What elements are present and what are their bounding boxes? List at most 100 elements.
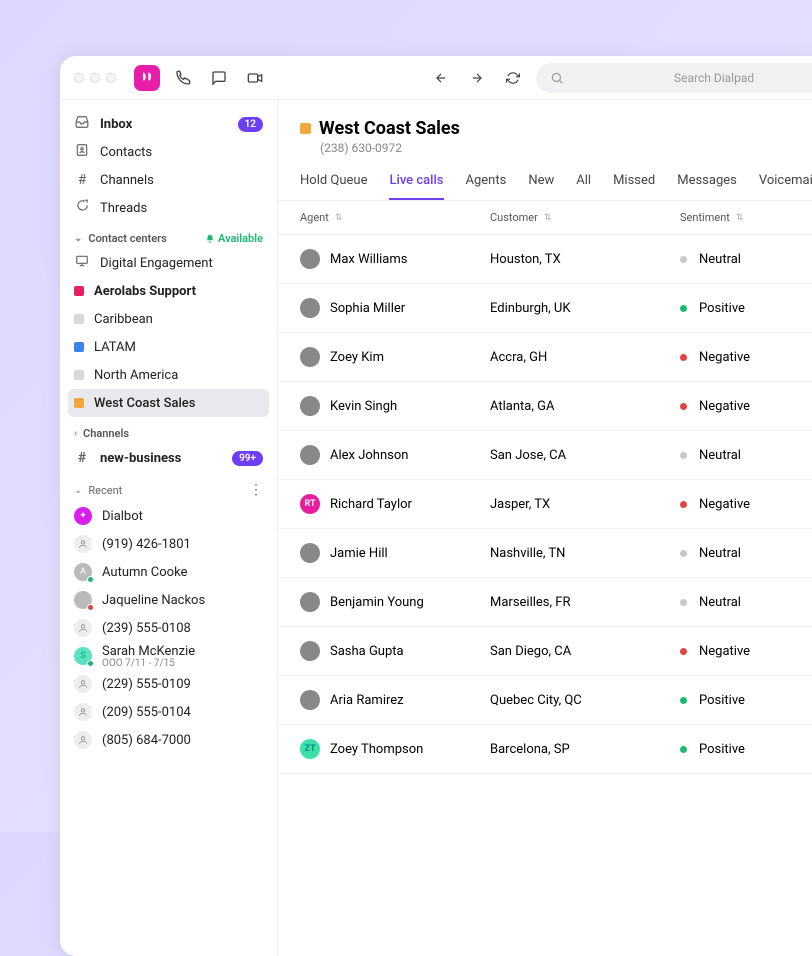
tab-all[interactable]: All (576, 173, 591, 200)
page-phone: (238) 630-0972 (320, 141, 812, 155)
table-row[interactable]: Kevin SinghAtlanta, GANegative (278, 382, 812, 431)
person-icon (74, 619, 92, 637)
sidebar-item-latam[interactable]: LATAM (68, 333, 269, 361)
back-button[interactable] (428, 65, 454, 91)
table-row[interactable]: Aria RamirezQuebec City, QCPositive (278, 676, 812, 725)
recent-item[interactable]: (239) 555-0108 (68, 614, 269, 642)
person-icon (74, 703, 92, 721)
app-logo[interactable] (134, 65, 160, 91)
nav-inbox[interactable]: Inbox 12 (68, 110, 269, 138)
avatar (300, 249, 320, 269)
table-row[interactable]: ZTZoey ThompsonBarcelona, SPPositive (278, 725, 812, 774)
recent-label: Sarah McKenzie (102, 644, 195, 659)
agent-name: Benjamin Young (330, 595, 424, 610)
search-input[interactable]: Search Dialpad (536, 63, 812, 93)
hash-icon: # (74, 450, 90, 466)
table-row[interactable]: Sasha GuptaSan Diego, CANegative (278, 627, 812, 676)
channel-badge: 99+ (232, 451, 263, 466)
section-contact-centers[interactable]: ⌄ Contact centers Available (68, 222, 269, 249)
more-icon[interactable]: ⋮ (249, 482, 263, 498)
nav-inbox-label: Inbox (100, 117, 132, 132)
minimize-dot-icon[interactable] (90, 73, 100, 83)
sidebar-item-label: North America (94, 368, 178, 383)
recent-label: Dialbot (102, 509, 143, 524)
window-controls[interactable] (74, 73, 116, 83)
recent-item[interactable]: Jaqueline Nackos (68, 586, 269, 614)
sentiment-cell: Negative (680, 350, 812, 365)
agent-name: Max Williams (330, 252, 407, 267)
person-icon (74, 675, 92, 693)
video-icon[interactable] (242, 65, 268, 91)
agent-name: Zoey Thompson (330, 742, 423, 757)
tab-live-calls[interactable]: Live calls (389, 173, 443, 200)
recent-label: (209) 555-0104 (102, 705, 191, 720)
channel-label: new-business (100, 451, 181, 466)
nav-contacts[interactable]: Contacts (68, 138, 269, 166)
table-row[interactable]: Sophia MillerEdinburgh, UKPositive (278, 284, 812, 333)
sidebar-item-aerolabs-support[interactable]: Aerolabs Support (68, 277, 269, 305)
status-available[interactable]: Available (205, 232, 263, 245)
table-row[interactable]: Zoey KimAccra, GHNegative (278, 333, 812, 382)
close-dot-icon[interactable] (74, 73, 84, 83)
customer-location: Nashville, TN (490, 546, 680, 561)
contacts-icon (74, 143, 90, 161)
customer-location: Barcelona, SP (490, 742, 680, 757)
sidebar-item-digital-engagement[interactable]: Digital Engagement (68, 249, 269, 277)
sentiment-cell: Neutral (680, 546, 812, 561)
section-cc-label: Contact centers (88, 232, 166, 245)
sidebar-item-west-coast-sales[interactable]: West Coast Sales (68, 389, 269, 417)
person-icon (74, 731, 92, 749)
refresh-button[interactable] (500, 65, 526, 91)
col-sentiment[interactable]: Sentiment ⇅ (680, 211, 812, 224)
sentiment-cell: Positive (680, 693, 812, 708)
nav-threads[interactable]: Threads (68, 194, 269, 222)
tab-new[interactable]: New (528, 173, 554, 200)
sentiment-cell: Positive (680, 301, 812, 316)
recent-item[interactable]: ✦Dialbot (68, 502, 269, 530)
tab-messages[interactable]: Messages (677, 173, 737, 200)
avatar (300, 641, 320, 661)
recent-item[interactable]: SSarah McKenzieOOO 7/11 - 7/15 (68, 642, 269, 670)
avatar (300, 347, 320, 367)
avatar (74, 591, 92, 609)
agent-name: Jamie Hill (330, 546, 388, 561)
sentiment-dot-icon (680, 452, 687, 459)
nav-channels[interactable]: # Channels (68, 166, 269, 194)
tab-hold-queue[interactable]: Hold Queue (300, 173, 367, 200)
recent-item[interactable]: (919) 426-1801 (68, 530, 269, 558)
app-window: Search Dialpad Inbox 12 Contacts # Chann… (60, 56, 812, 956)
chevron-right-icon: › (74, 428, 77, 439)
table-row[interactable]: Max WilliamsHouston, TXNeutral (278, 235, 812, 284)
tab-missed[interactable]: Missed (613, 173, 655, 200)
channel-new-business[interactable]: # new-business 99+ (68, 444, 269, 472)
sentiment-dot-icon (680, 256, 687, 263)
recent-item[interactable]: (229) 555-0109 (68, 670, 269, 698)
tab-agents[interactable]: Agents (466, 173, 507, 200)
table-row[interactable]: Jamie Hill Nashville, TNNeutral (278, 529, 812, 578)
tab-voicemail[interactable]: Voicemail (759, 173, 812, 200)
customer-location: Edinburgh, UK (490, 301, 680, 316)
recent-item[interactable]: AAutumn Cooke (68, 558, 269, 586)
avatar (300, 543, 320, 563)
color-square-icon (74, 286, 84, 296)
col-customer[interactable]: Customer ⇅ (490, 211, 680, 224)
phone-icon[interactable] (170, 65, 196, 91)
recent-item[interactable]: (805) 684-7000 (68, 726, 269, 754)
sidebar-item-label: Aerolabs Support (94, 284, 196, 299)
forward-button[interactable] (464, 65, 490, 91)
col-agent[interactable]: Agent ⇅ (300, 211, 490, 224)
sort-icon: ⇅ (544, 213, 552, 223)
hash-icon: # (74, 172, 90, 188)
section-recent[interactable]: ⌄ Recent ⋮ (68, 472, 269, 502)
title-color-icon (300, 123, 311, 134)
table-row[interactable]: Benjamin YoungMarseilles, FRNeutral (278, 578, 812, 627)
chat-icon[interactable] (206, 65, 232, 91)
table-row[interactable]: RTRichard TaylorJasper, TXNegative (278, 480, 812, 529)
sidebar-item-caribbean[interactable]: Caribbean (68, 305, 269, 333)
recent-item[interactable]: (209) 555-0104 (68, 698, 269, 726)
zoom-dot-icon[interactable] (106, 73, 116, 83)
recent-label: (805) 684-7000 (102, 733, 191, 748)
table-row[interactable]: Alex JohnsonSan Jose, CANeutral (278, 431, 812, 480)
sidebar-item-north-america[interactable]: North America (68, 361, 269, 389)
section-channels[interactable]: › Channels (68, 417, 269, 444)
